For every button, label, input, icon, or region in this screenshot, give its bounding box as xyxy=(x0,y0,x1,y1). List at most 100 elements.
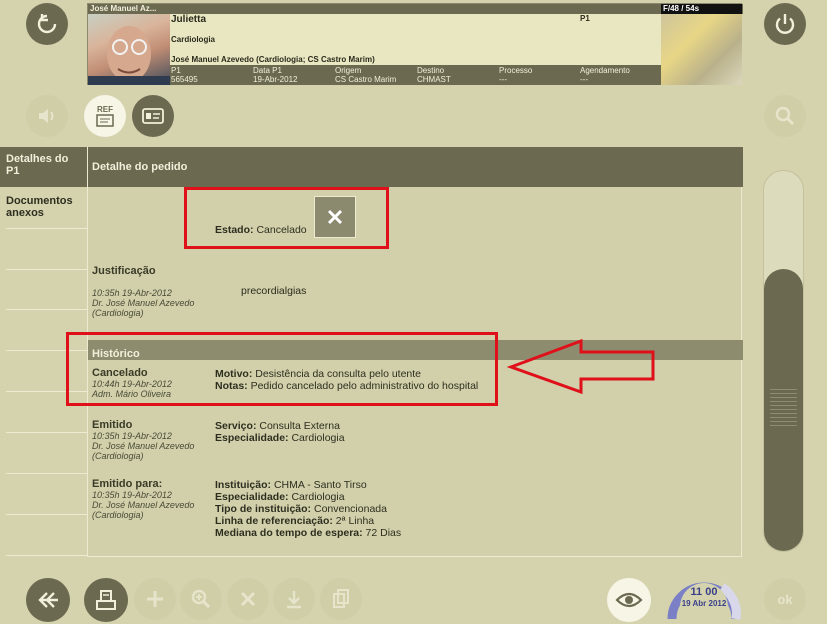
specialty-label: Cardiologia xyxy=(171,35,216,44)
doctor-line: José Manuel Azevedo (Cardiologia; CS Cas… xyxy=(171,55,375,64)
detail-key: Especialidade: xyxy=(215,491,289,503)
refresh-icon xyxy=(37,14,57,34)
field-value: CS Castro Marim xyxy=(335,75,397,84)
divider xyxy=(6,514,87,515)
panel-title: Detalhe do pedido xyxy=(92,161,188,173)
patient-header: José Manuel Az... Julietta Cardiologia J… xyxy=(87,3,743,85)
entry-author: Dr. José Manuel Azevedo xyxy=(92,441,195,451)
detail-key: Mediana do tempo de espera: xyxy=(215,527,363,539)
entry-status: Emitido xyxy=(92,419,133,431)
justificacao-dept: (Cardiologia) xyxy=(92,308,144,318)
field-value: --- xyxy=(580,75,588,84)
refresh-button[interactable] xyxy=(26,3,68,45)
detail-key: Tipo de instituição: xyxy=(215,503,312,515)
document-icon xyxy=(96,113,114,127)
age-tag: F/48 / 54s xyxy=(661,4,742,14)
field-label: Destino xyxy=(417,66,445,75)
divider xyxy=(6,555,87,556)
divider xyxy=(6,432,87,433)
add-button[interactable] xyxy=(134,578,176,620)
sidebar-item-label: Documentos anexos xyxy=(6,195,73,219)
patient-photo xyxy=(88,14,170,85)
clock-date: 19 Abr 2012 xyxy=(681,599,727,608)
ref-button[interactable]: REF xyxy=(84,95,126,137)
audio-button[interactable] xyxy=(26,95,68,137)
scrollbar-track[interactable] xyxy=(763,170,804,552)
justificacao-text: precordialgias xyxy=(241,285,307,297)
copy-button[interactable] xyxy=(320,578,362,620)
entry-author: Dr. José Manuel Azevedo xyxy=(92,500,195,510)
annotation-box-estado xyxy=(184,187,389,249)
field-value: 19-Abr-2012 xyxy=(253,75,298,84)
field-value: CHMAST xyxy=(417,75,451,84)
search-button[interactable] xyxy=(764,95,806,137)
justificacao-author: Dr. José Manuel Azevedo xyxy=(92,298,195,308)
print-button[interactable] xyxy=(84,578,128,622)
copy-icon xyxy=(333,589,349,608)
sidebar-item-detalhes[interactable]: Detalhes do P1 xyxy=(0,147,87,187)
annotation-arrow xyxy=(506,338,655,395)
history-entry: Emitido para: 10:35h 19-Abr-2012 Dr. Jos… xyxy=(92,478,732,539)
detail-key: Instituição: xyxy=(215,479,272,491)
divider xyxy=(6,473,87,474)
clock-widget[interactable]: 11 00 19 Abr 2012 xyxy=(667,561,741,624)
id-card-icon xyxy=(142,108,164,124)
detail-value: CHMA - Santo Tirso xyxy=(273,479,367,491)
scrollbar-thumb[interactable] xyxy=(764,269,803,551)
detail-value: 72 Dias xyxy=(365,527,402,539)
episode-label: Julietta xyxy=(171,14,207,25)
plus-icon xyxy=(147,591,163,607)
field-label: Origem xyxy=(335,66,362,75)
download-icon xyxy=(287,591,301,609)
detail-key: Especialidade: xyxy=(215,432,289,444)
detail-value: Cardiologia xyxy=(291,491,345,503)
ok-label: ok xyxy=(777,591,793,607)
field-value: --- xyxy=(499,75,507,84)
id-card-button[interactable] xyxy=(132,95,174,137)
detail-key: Linha de referenciação: xyxy=(215,515,333,527)
entry-date: 10:35h 19-Abr-2012 xyxy=(92,490,172,500)
justificacao-date: 10:35h 19-Abr-2012 xyxy=(92,288,172,298)
download-button[interactable] xyxy=(273,578,315,620)
detail-value: Cardiologia xyxy=(291,432,345,444)
episode-thumbnail: F/48 / 54s xyxy=(661,4,742,85)
eye-icon xyxy=(615,592,643,608)
justificacao-title: Justificação xyxy=(92,265,156,277)
field-label: Processo xyxy=(499,66,533,75)
entry-status: Emitido para: xyxy=(92,478,163,490)
search-icon xyxy=(775,106,795,126)
entry-dept: (Cardiologia) xyxy=(92,451,144,461)
zoom-in-icon xyxy=(191,589,211,609)
divider xyxy=(6,269,87,270)
detail-value: 2ª Linha xyxy=(335,515,375,527)
detail-value: Convencionada xyxy=(313,503,387,515)
back-button[interactable] xyxy=(26,578,70,622)
annotation-box-historico xyxy=(66,332,498,406)
zoom-in-button[interactable] xyxy=(180,578,222,620)
sidebar-item-label: Detalhes do P1 xyxy=(6,153,69,177)
ok-button[interactable]: ok xyxy=(764,578,806,620)
p1-tag: P1 xyxy=(580,14,590,23)
power-button[interactable] xyxy=(764,3,806,45)
patient-name-short: José Manuel Az... xyxy=(90,4,157,13)
entry-date: 10:35h 19-Abr-2012 xyxy=(92,431,172,441)
speaker-icon xyxy=(39,109,54,123)
history-entry: Emitido 10:35h 19-Abr-2012 Dr. José Manu… xyxy=(92,419,732,461)
field-value: 565495 xyxy=(171,75,198,84)
close-icon xyxy=(240,591,256,607)
field-label: P1 xyxy=(171,66,181,75)
panel-header: Detalhe do pedido xyxy=(88,147,743,187)
sidebar-item-documentos[interactable]: Documentos anexos xyxy=(6,189,87,229)
entry-dept: (Cardiologia) xyxy=(92,510,144,520)
clock-time: 11 00 xyxy=(690,586,718,598)
detail-value: Consulta Externa xyxy=(259,420,340,432)
power-icon xyxy=(775,14,795,34)
delete-button[interactable] xyxy=(227,578,269,620)
double-arrow-left-icon xyxy=(38,592,58,608)
divider xyxy=(6,309,87,310)
print-icon xyxy=(96,590,116,610)
detail-key: Serviço: xyxy=(215,420,257,432)
view-button[interactable] xyxy=(607,578,651,622)
ref-label: REF xyxy=(97,104,113,114)
field-label: Data P1 xyxy=(253,66,282,75)
